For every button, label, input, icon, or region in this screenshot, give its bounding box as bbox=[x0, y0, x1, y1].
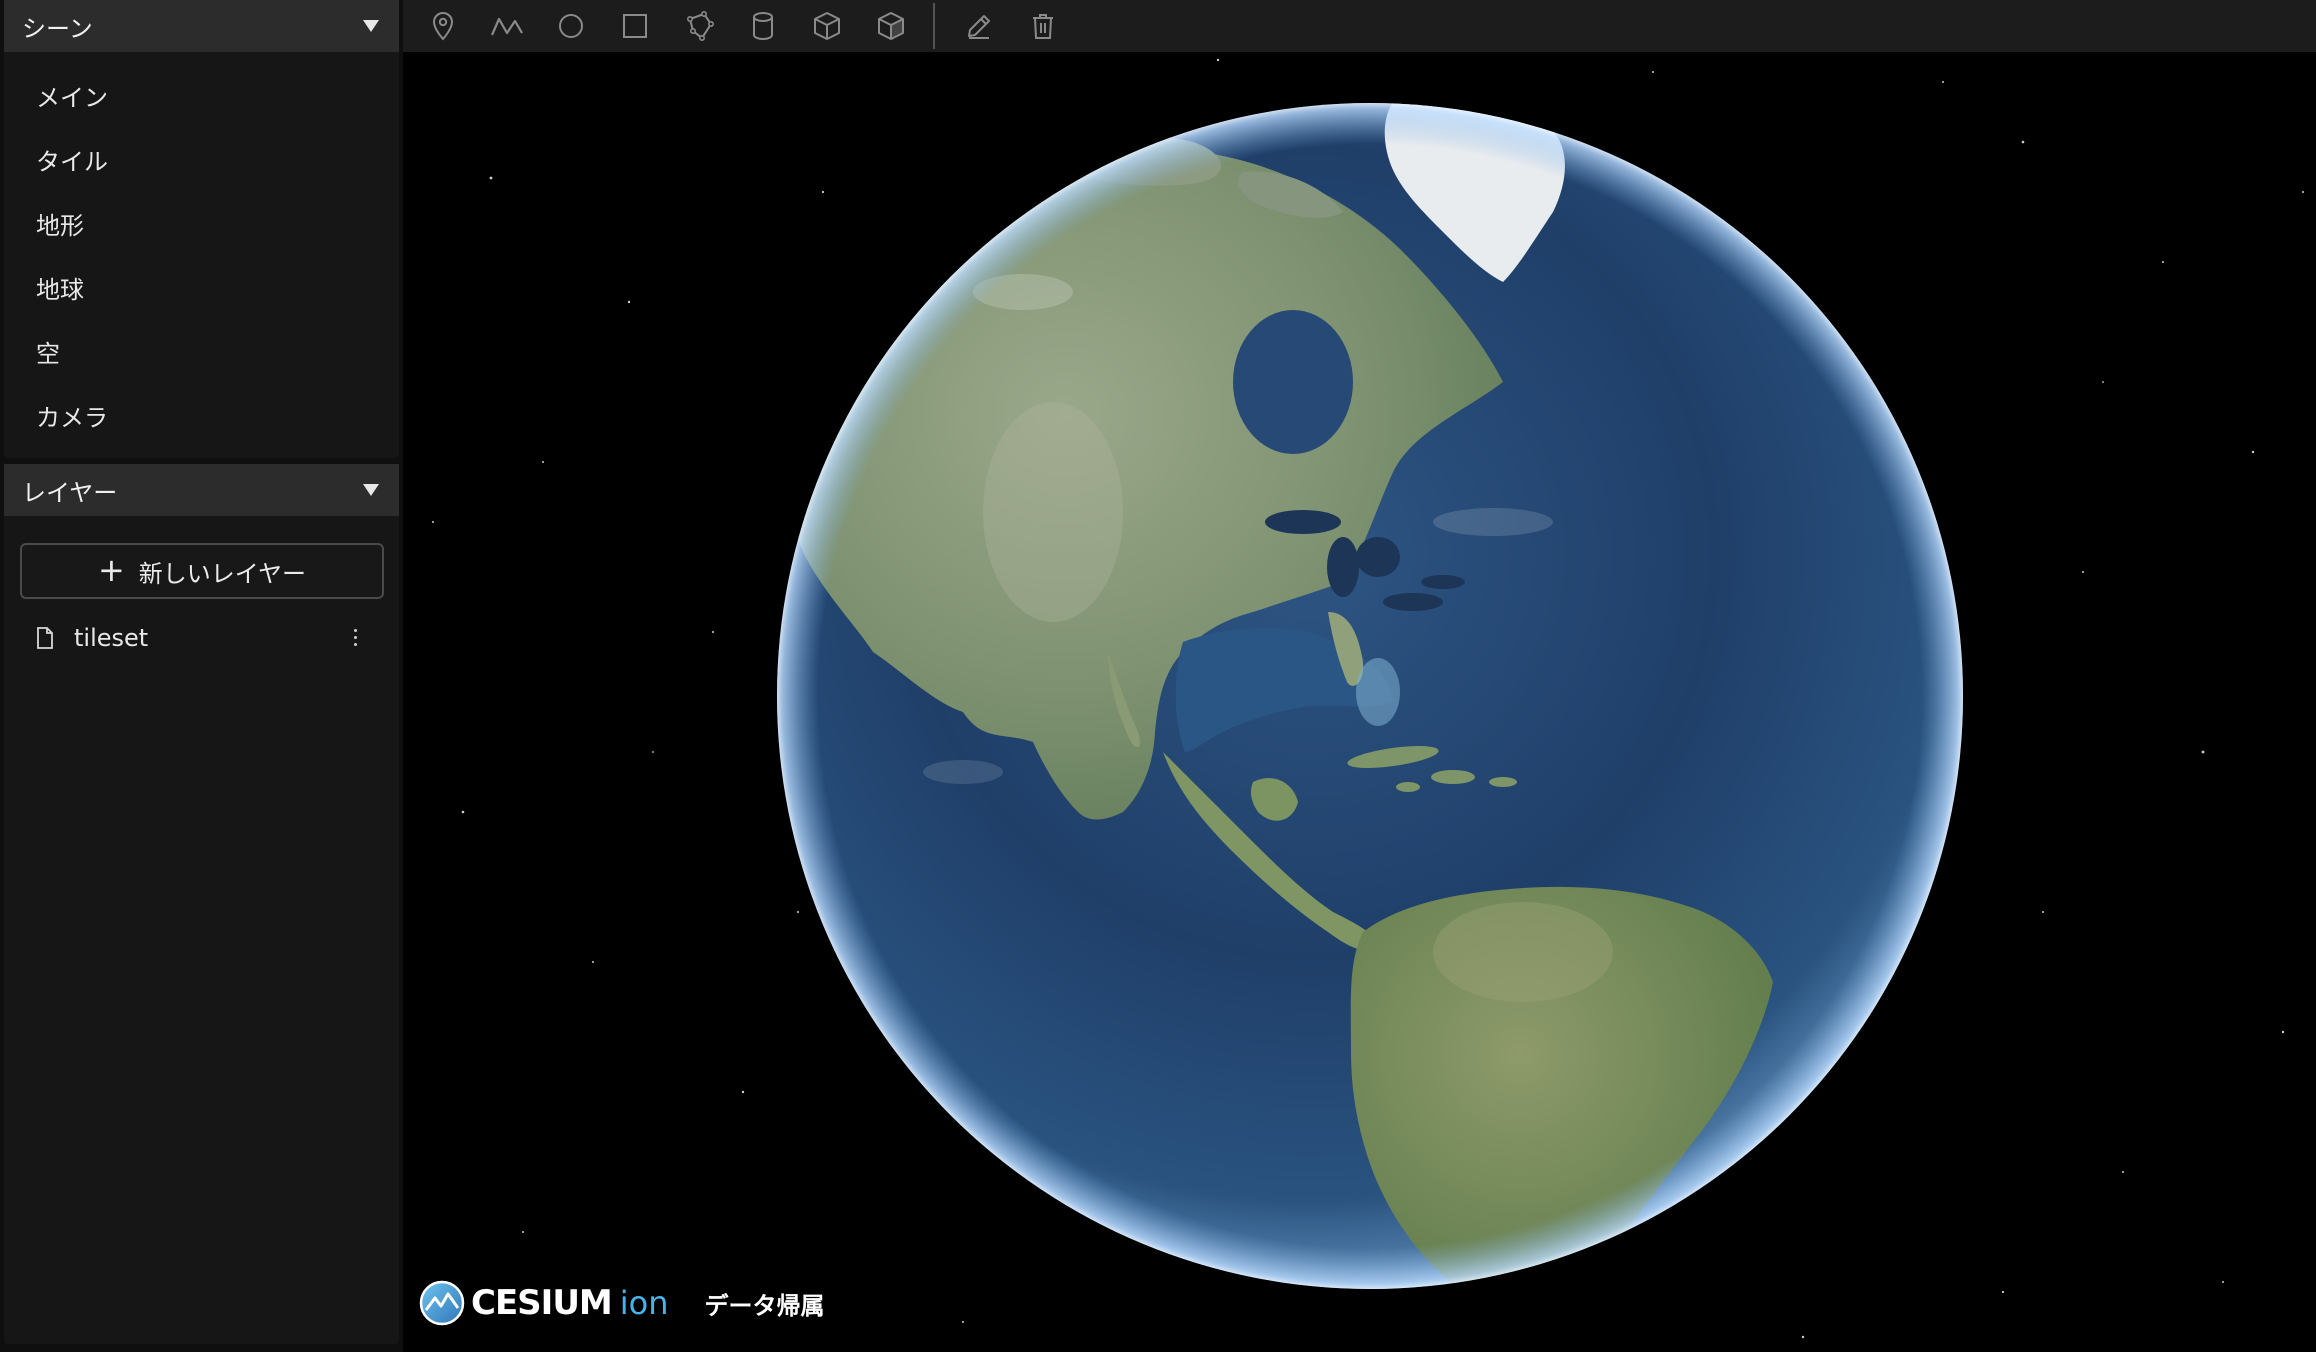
polygon-tool-button[interactable] bbox=[667, 0, 731, 52]
toolbar-divider bbox=[933, 3, 935, 49]
plus-icon: + bbox=[97, 550, 125, 589]
scene-panel-header[interactable]: シーン bbox=[4, 0, 399, 52]
rectangle-icon bbox=[623, 14, 647, 38]
logo-text-sub: ion bbox=[619, 1284, 669, 1322]
delete-tool-button[interactable] bbox=[1011, 0, 1075, 52]
layer-panel-header[interactable]: レイヤー bbox=[4, 464, 399, 516]
app-root: シーン メイン タイル 地形 地球 空 カメラ レイヤー + 新しいレイヤー t… bbox=[0, 0, 2316, 1352]
cylinder-tool-button[interactable] bbox=[731, 0, 795, 52]
box-tool-button[interactable] bbox=[795, 0, 859, 52]
new-layer-button[interactable]: + 新しいレイヤー bbox=[20, 543, 384, 599]
scene-panel-title: シーン bbox=[22, 14, 93, 43]
cesium-ion-logo[interactable]: CESIUM ion bbox=[419, 1280, 669, 1326]
cylinder-icon bbox=[753, 12, 773, 40]
drawing-toolbar bbox=[403, 0, 2316, 52]
layer-panel-title: レイヤー bbox=[22, 478, 118, 507]
caret-down-icon bbox=[363, 484, 379, 496]
new-layer-label: 新しいレイヤー bbox=[138, 559, 307, 588]
atmosphere-rim bbox=[777, 103, 1963, 1289]
data-attribution-link[interactable]: データ帰属 bbox=[705, 1286, 825, 1321]
scene-item-main[interactable]: メイン bbox=[4, 63, 399, 127]
sidebar: シーン メイン タイル 地形 地球 空 カメラ レイヤー + 新しいレイヤー t… bbox=[0, 0, 403, 1352]
rectangle-tool-button[interactable] bbox=[603, 0, 667, 52]
edit-tool-button[interactable] bbox=[947, 0, 1011, 52]
scene-item-globe[interactable]: 地球 bbox=[4, 255, 399, 319]
polyline-icon bbox=[490, 17, 523, 36]
scene-item-terrain[interactable]: 地形 bbox=[4, 191, 399, 255]
layer-panel: レイヤー + 新しいレイヤー tileset bbox=[4, 464, 399, 1344]
attribution-bar: CESIUM ion データ帰属 bbox=[419, 1280, 825, 1326]
box-icon bbox=[814, 12, 840, 40]
scene-panel: シーン メイン タイル 地形 地球 空 カメラ bbox=[4, 0, 399, 458]
circle-icon bbox=[559, 14, 583, 38]
scene-item-camera[interactable]: カメラ bbox=[4, 383, 399, 447]
polyline-tool-button[interactable] bbox=[475, 0, 539, 52]
edit-icon bbox=[968, 15, 990, 39]
cesium-viewer[interactable]: CESIUM ion データ帰属 bbox=[403, 52, 2316, 1352]
cesium-logo-icon bbox=[419, 1280, 465, 1326]
file-icon bbox=[36, 627, 54, 649]
scene-item-sky[interactable]: 空 bbox=[4, 319, 399, 383]
extrude-box-tool-button[interactable] bbox=[859, 0, 923, 52]
scene-item-tiles[interactable]: タイル bbox=[4, 127, 399, 191]
marker-tool-button[interactable] bbox=[411, 0, 475, 52]
logo-text-main: CESIUM bbox=[471, 1283, 613, 1323]
trash-icon bbox=[1033, 14, 1053, 39]
caret-down-icon bbox=[363, 20, 379, 32]
layer-item-tileset[interactable]: tileset bbox=[4, 612, 399, 664]
scene-menu: メイン タイル 地形 地球 空 カメラ bbox=[4, 52, 399, 447]
polygon-icon bbox=[686, 11, 714, 41]
earth-globe[interactable] bbox=[775, 98, 1963, 1306]
globe-scene[interactable] bbox=[403, 52, 2316, 1352]
more-vertical-icon[interactable] bbox=[347, 624, 363, 650]
layer-name: tileset bbox=[74, 624, 149, 652]
marker-icon bbox=[432, 12, 454, 41]
extrude-box-icon bbox=[878, 12, 904, 40]
circle-tool-button[interactable] bbox=[539, 0, 603, 52]
